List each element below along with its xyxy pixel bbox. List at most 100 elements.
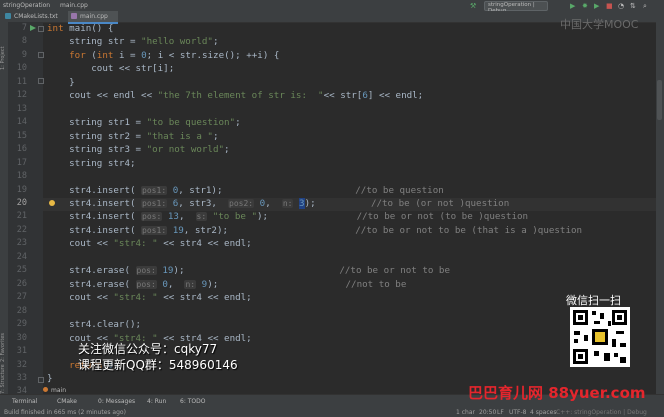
code-line[interactable]: cout << "str4: " << str4 << endl;: [47, 237, 252, 250]
selection-count: 1 char: [456, 409, 475, 416]
code-line[interactable]: str4.insert( pos1: 19, str2); //to be or…: [47, 224, 582, 237]
line-number[interactable]: 19: [8, 184, 27, 197]
string-literal: "or not world": [146, 144, 225, 155]
cmake-tab[interactable]: CMake: [57, 398, 77, 405]
code-line[interactable]: str4.insert( pos1: 0, str1); //to be que…: [47, 184, 444, 197]
line-number[interactable]: 18: [8, 170, 27, 183]
project-panel-toggle[interactable]: 1: Project: [0, 30, 8, 70]
cpp-file-icon: [71, 13, 77, 19]
coverage-icon[interactable]: ▶: [594, 2, 599, 11]
line-number[interactable]: 32: [8, 359, 27, 372]
line-number[interactable]: 31: [8, 345, 27, 358]
line-number[interactable]: 29: [8, 318, 27, 331]
parameter-hint: pos:: [135, 266, 157, 275]
line-number[interactable]: 21: [8, 210, 27, 223]
line-number[interactable]: 15: [8, 130, 27, 143]
structure-panel-toggle[interactable]: 7: Structure: [0, 358, 8, 394]
line-number[interactable]: 14: [8, 116, 27, 129]
favorites-panel-toggle[interactable]: 2: Favorites: [0, 322, 8, 362]
build-status[interactable]: Build finished in 665 ms (2 minutes ago): [4, 409, 126, 416]
line-number[interactable]: 7: [8, 22, 27, 35]
search-everywhere-icon[interactable]: ⌕: [643, 2, 647, 11]
cmake-file-icon: [5, 13, 11, 19]
code-line[interactable]: str4.erase( pos: 0, n: 9); //not to be: [47, 278, 406, 291]
project-name[interactable]: stringOperation: [3, 2, 50, 9]
line-number[interactable]: 9: [8, 49, 27, 62]
string-literal: "hello world": [141, 36, 213, 47]
debug-icon[interactable]: ✸: [582, 2, 588, 11]
line-number[interactable]: 8: [8, 35, 27, 48]
code-line[interactable]: cout << "str4: " << str4 << endl;: [47, 291, 252, 304]
breadcrumb-file[interactable]: main.cpp: [60, 2, 88, 9]
fold-marker-icon[interactable]: [38, 78, 44, 84]
string-literal: "to be question": [146, 117, 236, 128]
line-number[interactable]: 10: [8, 62, 27, 75]
line-number[interactable]: 13: [8, 103, 27, 116]
line-number[interactable]: 24: [8, 251, 27, 264]
run-main-icon[interactable]: [30, 25, 36, 31]
fold-marker-icon[interactable]: [38, 26, 44, 32]
line-number[interactable]: 33: [8, 372, 27, 385]
function-icon: [43, 387, 48, 392]
code-comment: //to be question: [355, 185, 444, 196]
run-icon[interactable]: ▶: [570, 2, 575, 11]
line-number[interactable]: 25: [8, 264, 27, 277]
profile-icon[interactable]: ◔: [618, 2, 624, 11]
code-line[interactable]: }: [47, 76, 75, 89]
terminal-tab[interactable]: Terminal: [12, 398, 37, 405]
code-line[interactable]: for (int i = 0; i < str.size(); ++i) {: [47, 49, 279, 62]
fold-marker-icon[interactable]: [38, 52, 44, 58]
code-line[interactable]: str4.insert( pos1: 6, str3, pos2: 0, n: …: [47, 197, 509, 210]
number-literal: 6: [362, 90, 368, 101]
line-number[interactable]: 26: [8, 278, 27, 291]
right-scroll-strip: [656, 22, 664, 394]
code-comment: //to be or not to be: [339, 265, 450, 276]
code-line[interactable]: }: [47, 372, 53, 385]
code-line[interactable]: str4.erase( pos: 19); //to be or not to …: [47, 264, 450, 277]
string-literal: "the 7th element of str is: ": [157, 90, 324, 101]
line-number[interactable]: 12: [8, 89, 27, 102]
run-tab[interactable]: 4: Run: [147, 398, 166, 405]
code-line[interactable]: cout << endl << "the 7th element of str …: [47, 89, 423, 102]
cursor-position[interactable]: 20:50: [479, 409, 496, 416]
code-line[interactable]: str4.clear();: [47, 318, 141, 331]
vcs-icon[interactable]: ⇅: [630, 2, 636, 11]
todo-tab[interactable]: 6: TODO: [180, 398, 205, 405]
code-line[interactable]: string str3 = "or not world";: [47, 143, 229, 156]
line-number[interactable]: 11: [8, 76, 27, 89]
code-line[interactable]: string str1 = "to be question";: [47, 116, 241, 129]
number-literal: 9: [201, 279, 208, 290]
line-number[interactable]: 30: [8, 332, 27, 345]
indent-setting[interactable]: 4 spaces: [530, 409, 556, 416]
number-literal: 6: [172, 198, 179, 209]
line-number[interactable]: 23: [8, 237, 27, 250]
code-line[interactable]: string str2 = "that is a ";: [47, 130, 218, 143]
file-encoding[interactable]: UTF-8: [509, 409, 527, 416]
line-number[interactable]: 17: [8, 157, 27, 170]
code-line[interactable]: string str = "hello world";: [47, 35, 218, 48]
editor-scrollbar[interactable]: [657, 80, 662, 120]
code-line[interactable]: int main() {: [47, 22, 113, 35]
line-number[interactable]: 22: [8, 224, 27, 237]
fold-marker-icon[interactable]: [38, 377, 44, 383]
parameter-hint: pos1:: [141, 226, 168, 235]
line-number[interactable]: 28: [8, 305, 27, 318]
tab-cmakelists[interactable]: CMakeLists.txt: [2, 11, 66, 22]
line-number[interactable]: 20: [8, 197, 27, 210]
ad-overlay-wechat: 关注微信公众号：cqky77: [78, 342, 218, 356]
line-separator[interactable]: LF: [497, 409, 504, 416]
qr-code: [570, 307, 630, 367]
code-line[interactable]: str4.insert( pos: 13, s: "to be "); //to…: [47, 210, 528, 223]
code-line[interactable]: string str4;: [47, 157, 135, 170]
code-line[interactable]: cout << str[i];: [47, 62, 174, 75]
build-hammer-icon[interactable]: ⚒: [470, 2, 476, 11]
parameter-hint: pos1:: [141, 199, 168, 208]
messages-tab[interactable]: 0: Messages: [98, 398, 135, 405]
run-configuration-select[interactable]: stringOperation | Debug: [484, 1, 548, 14]
code-breadcrumb[interactable]: main: [43, 387, 66, 394]
breadcrumb-function: main: [51, 387, 66, 394]
line-number[interactable]: 16: [8, 143, 27, 156]
line-number[interactable]: 27: [8, 291, 27, 304]
stop-icon[interactable]: ■: [606, 2, 613, 11]
context-indicator[interactable]: C++: stringOperation | Debug: [556, 409, 647, 416]
